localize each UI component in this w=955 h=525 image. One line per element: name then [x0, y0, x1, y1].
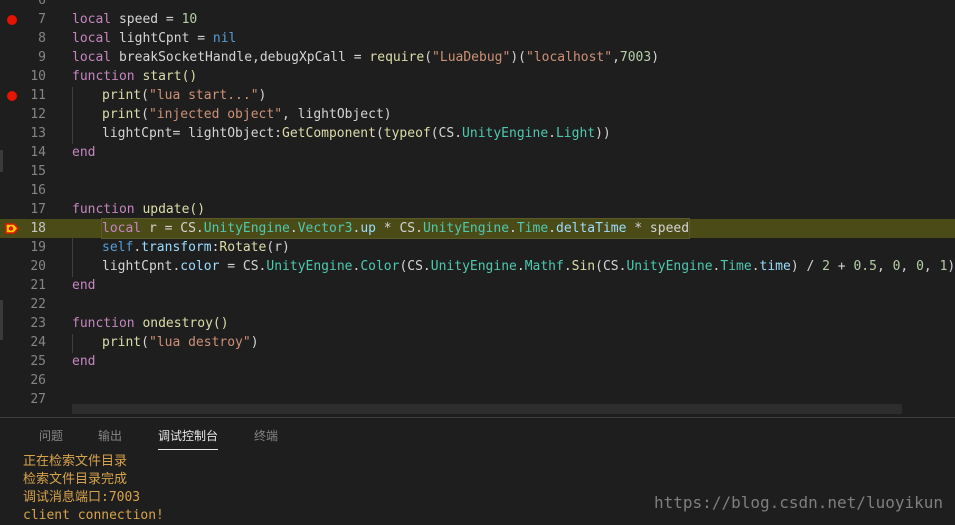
code-line[interactable]: 20 lightCpnt.color = CS.UnityEngine.Colo…: [0, 257, 955, 276]
code-line[interactable]: 6: [0, 0, 955, 10]
code-editor[interactable]: 6 7 local speed = 10 8 local lightCpnt =…: [0, 0, 955, 416]
console-output-line: 正在检索文件目录: [23, 454, 128, 469]
code-text: self.transform:Rotate(r): [102, 240, 290, 255]
line-number: 24: [30, 335, 46, 350]
code-text: local speed = 10: [72, 12, 198, 27]
code-line[interactable]: 10 function start(): [0, 67, 955, 86]
line-number: 9: [38, 50, 46, 65]
code-line[interactable]: 8 local lightCpnt = nil: [0, 29, 955, 48]
code-line[interactable]: 21 end: [0, 276, 955, 295]
code-text: local breakSocketHandle,debugXpCall = re…: [72, 50, 660, 65]
line-number: 16: [30, 183, 46, 198]
line-number: 7: [38, 12, 46, 27]
code-line[interactable]: 15: [0, 162, 955, 181]
current-breakpoint-arrow-icon[interactable]: [5, 223, 19, 234]
line-number: 25: [30, 354, 46, 369]
code-line[interactable]: 16: [0, 181, 955, 200]
line-number: 22: [30, 297, 46, 312]
line-number: 18: [30, 221, 46, 236]
code-line[interactable]: 14 end: [0, 143, 955, 162]
line-number: 19: [30, 240, 46, 255]
console-output-line: 调试消息端口:7003: [23, 490, 141, 505]
line-number: 27: [30, 392, 46, 407]
code-line[interactable]: 25 end: [0, 352, 955, 371]
code-text: print("lua start..."): [102, 88, 267, 103]
code-text: end: [72, 145, 96, 160]
code-line[interactable]: 17 function update(): [0, 200, 955, 219]
code-text: print("lua destroy"): [102, 335, 259, 350]
code-text: function start(): [72, 69, 198, 84]
code-text: print("injected object", lightObject): [102, 107, 392, 122]
line-number: 6: [38, 0, 46, 8]
code-text: function update(): [72, 202, 206, 217]
tab-problems[interactable]: 问题: [39, 427, 63, 449]
code-line[interactable]: 22: [0, 295, 955, 314]
code-line[interactable]: 24 print("lua destroy"): [0, 333, 955, 352]
line-number: 23: [30, 316, 46, 331]
breakpoint-icon[interactable]: [7, 14, 17, 25]
code-line[interactable]: 9 local breakSocketHandle,debugXpCall = …: [0, 48, 955, 67]
horizontal-scrollbar[interactable]: [72, 404, 902, 414]
line-number: 15: [30, 164, 46, 179]
line-number: 14: [30, 145, 46, 160]
line-number: 11: [30, 88, 46, 103]
code-text: end: [72, 278, 96, 293]
line-number: 17: [30, 202, 46, 217]
code-line[interactable]: 7 local speed = 10: [0, 10, 955, 29]
code-text: local lightCpnt = nil: [72, 31, 237, 46]
code-text: end: [72, 354, 96, 369]
code-line[interactable]: 26: [0, 371, 955, 390]
code-text: lightCpnt.color = CS.UnityEngine.Color(C…: [102, 259, 955, 274]
line-number: 12: [30, 107, 46, 122]
code-line[interactable]: 23 function ondestroy(): [0, 314, 955, 333]
code-line[interactable]: 11 print("lua start..."): [0, 86, 955, 105]
console-output-line: 检索文件目录完成: [23, 472, 128, 487]
line-number: 26: [30, 373, 46, 388]
code-line[interactable]: 12 print("injected object", lightObject): [0, 105, 955, 124]
tab-debug-console[interactable]: 调试控制台: [158, 427, 219, 450]
line-number: 21: [30, 278, 46, 293]
line-number: 13: [30, 126, 46, 141]
breakpoint-icon[interactable]: [7, 90, 17, 101]
watermark: https://blog.csdn.net/luoyikun: [654, 493, 943, 512]
console-output-line: client connection!: [23, 508, 164, 523]
tab-output[interactable]: 输出: [98, 427, 122, 449]
panel-tabs: 问题 输出 调试控制台 终端: [0, 418, 955, 452]
code-line-current[interactable]: 18 local r = CS.UnityEngine.Vector3.up *…: [0, 218, 955, 239]
code-text: lightCpnt= lightObject:GetComponent(type…: [102, 126, 611, 141]
code-line[interactable]: 19 self.transform:Rotate(r): [0, 238, 955, 257]
code-line[interactable]: 13 lightCpnt= lightObject:GetComponent(t…: [0, 124, 955, 143]
line-number: 8: [38, 31, 46, 46]
line-number: 20: [30, 259, 46, 274]
tab-terminal[interactable]: 终端: [254, 427, 278, 449]
code-text: function ondestroy(): [72, 316, 229, 331]
code-text: local r = CS.UnityEngine.Vector3.up * CS…: [100, 218, 691, 239]
line-number: 10: [30, 69, 46, 84]
